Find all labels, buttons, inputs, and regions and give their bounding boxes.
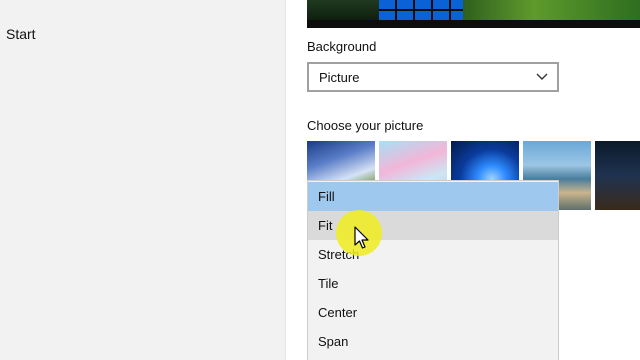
chevron-down-icon: [536, 73, 548, 80]
background-dropdown-value: Picture: [319, 70, 360, 85]
preview-wallpaper-right: [463, 0, 640, 20]
fit-option-fill[interactable]: Fill: [308, 182, 558, 211]
fit-option-center[interactable]: Center: [308, 298, 558, 327]
preview-taskbar: [307, 20, 640, 28]
desktop-preview: [307, 0, 640, 28]
settings-window: Start Background Picture Choose your pic…: [0, 0, 640, 360]
mouse-pointer-icon: [354, 226, 369, 249]
nav-item-start[interactable]: Start: [6, 26, 36, 42]
picture-thumbnail[interactable]: [595, 141, 640, 210]
background-label: Background: [307, 39, 377, 54]
background-dropdown[interactable]: Picture: [307, 62, 559, 92]
fit-dropdown-list: Fill Fit Stretch Tile Center Span: [307, 180, 559, 360]
preview-wallpaper-left: [307, 0, 379, 20]
personalization-content: Background Picture Choose your picture F…: [286, 0, 640, 360]
navigation-pane: Start: [0, 0, 286, 360]
choose-picture-label: Choose your picture: [307, 118, 424, 133]
fit-option-span[interactable]: Span: [308, 327, 558, 356]
fit-option-tile[interactable]: Tile: [308, 269, 558, 298]
preview-start-tiles: [379, 0, 463, 20]
